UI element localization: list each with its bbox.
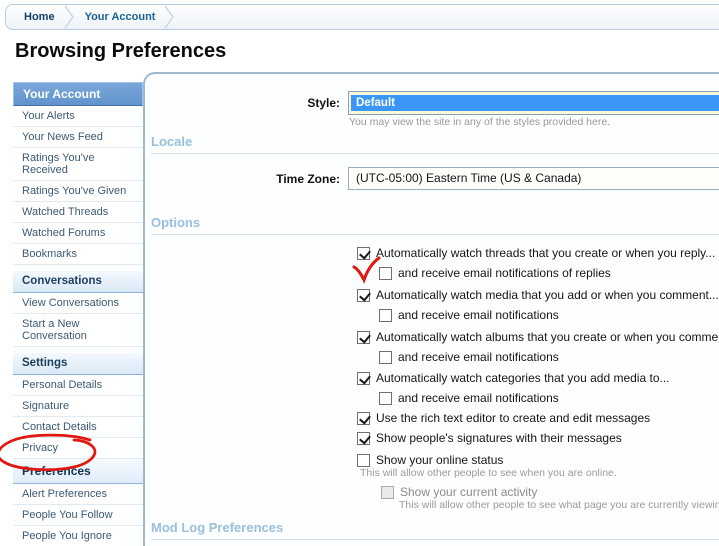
sidebar-item-ratings-given[interactable]: Ratings You've Given <box>13 181 143 202</box>
sidebar-item-watched-threads[interactable]: Watched Threads <box>13 202 143 223</box>
page-title: Browsing Preferences <box>15 40 226 63</box>
sidebar-item-start-new-conversation[interactable]: Start a New Conversation <box>13 314 143 347</box>
checkbox-label: Show your current activity <box>400 485 537 499</box>
sidebar-item-people-you-follow[interactable]: People You Follow <box>13 505 143 526</box>
checkbox-row-show-online-status[interactable]: Show your online status <box>357 452 503 468</box>
sidebar-header-settings: Settings <box>13 353 143 375</box>
browsing-preferences-page: Home Your Account Browsing Preferences Y… <box>0 0 719 546</box>
checkbox-row-email-notify-media[interactable]: and receive email notifications <box>379 307 559 323</box>
sidebar-item-bookmarks[interactable]: Bookmarks <box>13 244 143 265</box>
checkbox-label: Show your online status <box>376 453 503 467</box>
sidebar-item-contact-details[interactable]: Contact Details <box>13 417 143 438</box>
sidebar-item-view-conversations[interactable]: View Conversations <box>13 293 143 314</box>
checkbox-row-auto-watch-threads[interactable]: Automatically watch threads that you cre… <box>357 245 715 261</box>
sidebar-group-your-account: Your Account Your Alerts Your News Feed … <box>13 82 143 265</box>
sidebar-group-conversations: Conversations View Conversations Start a… <box>13 271 143 347</box>
checkbox-email-notify-replies[interactable] <box>379 267 392 280</box>
checkbox-label: Automatically watch media that you add o… <box>376 288 719 302</box>
timezone-select[interactable]: (UTC-05:00) Eastern Time (US & Canada) <box>348 167 719 190</box>
sidebar-item-people-you-ignore[interactable]: People You Ignore <box>13 526 143 546</box>
checkbox-email-notify-albums[interactable] <box>379 351 392 364</box>
sidebar-group-settings: Settings Personal Details Signature Cont… <box>13 353 143 546</box>
style-selected-option[interactable]: Default <box>351 95 719 111</box>
current-activity-hint: This will allow other people to see what… <box>399 499 719 511</box>
checkbox-row-show-current-activity[interactable]: Show your current activity <box>381 484 537 500</box>
sidebar-item-watched-forums[interactable]: Watched Forums <box>13 223 143 244</box>
checkbox-label: Automatically watch categories that you … <box>376 371 670 385</box>
checkbox-label: Automatically watch threads that you cre… <box>376 246 715 260</box>
checkbox-row-auto-watch-albums[interactable]: Automatically watch albums that you crea… <box>357 329 719 345</box>
checkbox-row-auto-watch-media[interactable]: Automatically watch media that you add o… <box>357 287 719 303</box>
style-explain-text: You may view the site in any of the styl… <box>349 116 610 128</box>
checkbox-show-current-activity <box>381 486 394 499</box>
sidebar-item-ratings-received[interactable]: Ratings You've Received <box>13 148 143 181</box>
checkbox-label: and receive email notifications of repli… <box>398 266 611 280</box>
checkbox-row-email-notify-albums[interactable]: and receive email notifications <box>379 349 559 365</box>
breadcrumb-home[interactable]: Home <box>24 11 55 23</box>
checkbox-show-online-status[interactable] <box>357 454 370 467</box>
sidebar-item-privacy[interactable]: Privacy <box>13 438 143 459</box>
online-status-hint: This will allow other people to see when… <box>360 467 617 479</box>
checkbox-row-email-notify-categories[interactable]: and receive email notifications <box>379 390 559 406</box>
sidebar-item-your-news-feed[interactable]: Your News Feed <box>13 127 143 148</box>
section-header-mod-log-preferences: Mod Log Preferences <box>151 520 719 540</box>
checkbox-email-notify-categories[interactable] <box>379 392 392 405</box>
checkbox-auto-watch-threads[interactable] <box>357 247 370 260</box>
checkbox-rich-text-editor[interactable] <box>357 412 370 425</box>
checkbox-row-email-notify-replies[interactable]: and receive email notifications of repli… <box>379 265 611 281</box>
sidebar-header-your-account[interactable]: Your Account <box>13 82 143 106</box>
sidebar: Your Account Your Alerts Your News Feed … <box>13 82 143 546</box>
checkbox-email-notify-media[interactable] <box>379 309 392 322</box>
checkbox-auto-watch-media[interactable] <box>357 289 370 302</box>
checkbox-row-rich-text-editor[interactable]: Use the rich text editor to create and e… <box>357 410 650 426</box>
checkbox-show-signatures[interactable] <box>357 432 370 445</box>
sidebar-item-personal-details[interactable]: Personal Details <box>13 375 143 396</box>
section-header-locale: Locale <box>151 134 719 154</box>
chevron-separator-icon <box>64 5 76 29</box>
checkbox-label: Automatically watch albums that you crea… <box>376 330 719 344</box>
sidebar-header-conversations: Conversations <box>13 271 143 293</box>
sidebar-item-signature[interactable]: Signature <box>13 396 143 417</box>
style-select[interactable]: Default <box>348 91 719 115</box>
timezone-label: Time Zone: <box>160 172 340 186</box>
checkbox-row-show-signatures[interactable]: Show people's signatures with their mess… <box>357 430 622 446</box>
chevron-separator-icon <box>164 5 176 29</box>
checkbox-row-auto-watch-categories[interactable]: Automatically watch categories that you … <box>357 370 670 386</box>
sidebar-item-your-alerts[interactable]: Your Alerts <box>13 106 143 127</box>
breadcrumb: Home Your Account <box>5 4 719 30</box>
checkbox-label: Show people's signatures with their mess… <box>376 431 622 445</box>
checkbox-label: and receive email notifications <box>398 350 559 364</box>
section-header-options: Options <box>151 215 719 235</box>
checkbox-label: and receive email notifications <box>398 308 559 322</box>
checkbox-auto-watch-categories[interactable] <box>357 372 370 385</box>
sidebar-item-alert-preferences[interactable]: Alert Preferences <box>13 484 143 505</box>
breadcrumb-your-account[interactable]: Your Account <box>85 11 156 23</box>
checkbox-label: Use the rich text editor to create and e… <box>376 411 650 425</box>
style-label: Style: <box>160 96 340 110</box>
checkbox-auto-watch-albums[interactable] <box>357 331 370 344</box>
sidebar-item-preferences[interactable]: Preferences <box>13 459 143 484</box>
checkbox-label: and receive email notifications <box>398 391 559 405</box>
